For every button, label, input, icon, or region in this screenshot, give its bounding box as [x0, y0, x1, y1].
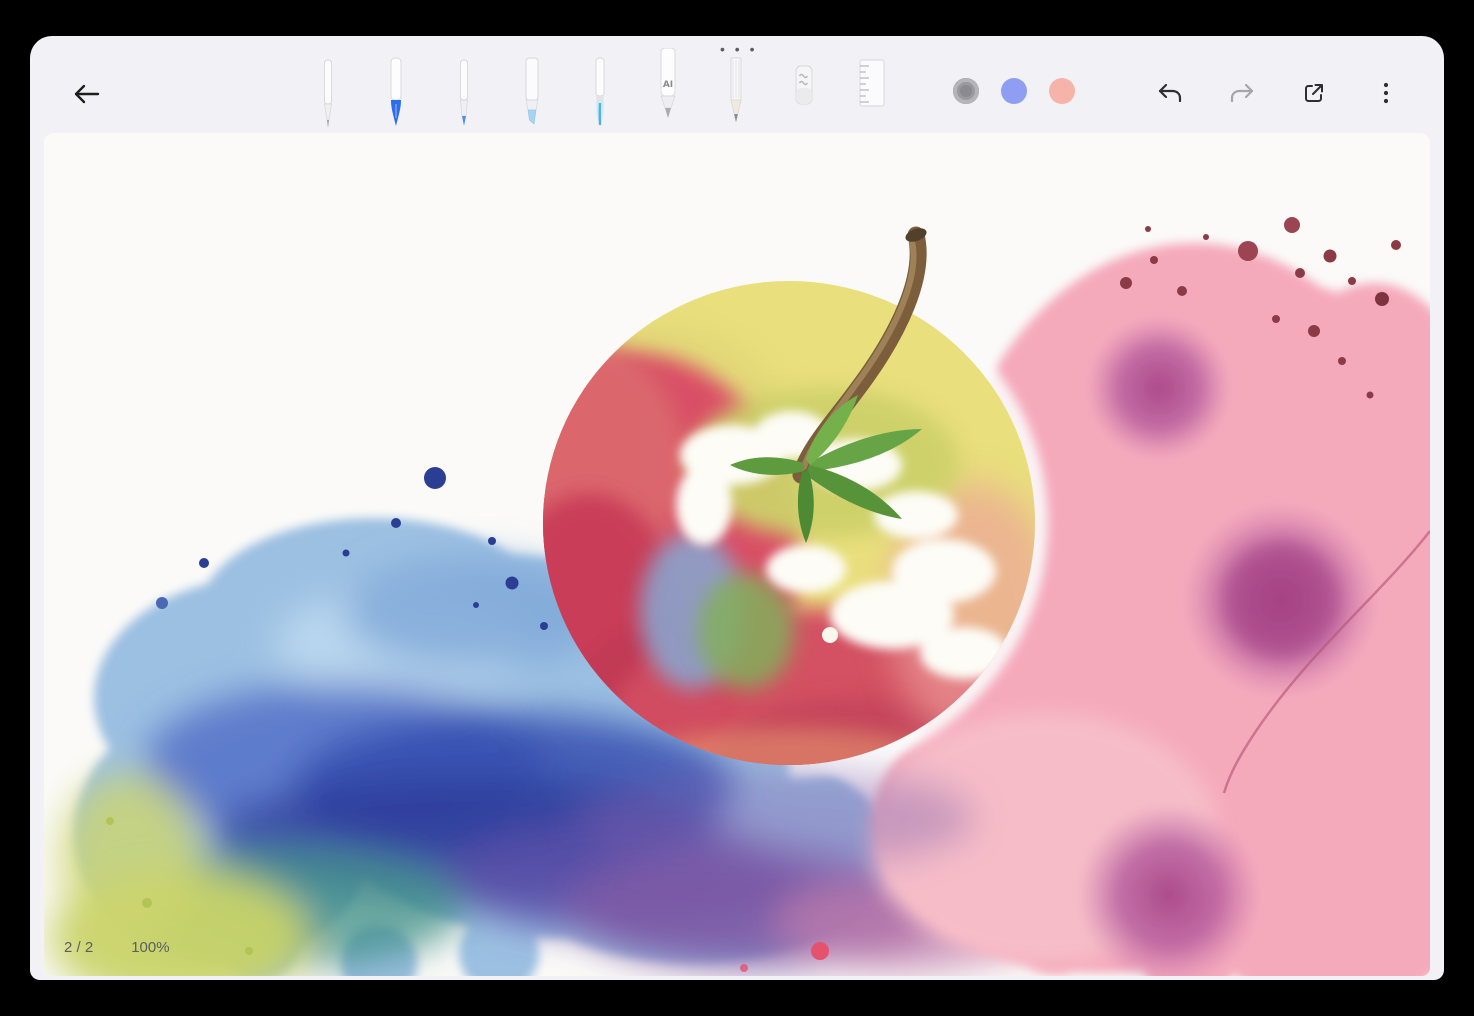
eraser-icon [789, 58, 819, 138]
tool-calligraphy-pen[interactable] [449, 56, 479, 136]
ai-pen-label: AI [663, 80, 673, 90]
redo-icon [1229, 81, 1255, 105]
color-swatch-salmon[interactable] [1049, 78, 1075, 104]
tool-fountain-pen-selected[interactable] [381, 56, 411, 136]
tool-ballpoint-pen[interactable] [313, 56, 343, 136]
pencil-icon [721, 54, 751, 134]
undo-button[interactable] [1148, 71, 1192, 115]
toolbar: • • • [30, 36, 1444, 133]
tool-eraser[interactable] [789, 58, 819, 138]
more-options-button[interactable] [1364, 71, 1408, 115]
page-indicator: 2 / 2 [64, 939, 93, 956]
brush-icon [585, 54, 615, 134]
toolbar-actions [1148, 71, 1408, 115]
drawing-app-window: • • • [30, 36, 1444, 980]
color-swatch-periwinkle[interactable] [1001, 78, 1027, 104]
share-export-button[interactable] [1292, 71, 1336, 115]
ai-pen-icon: AI [653, 48, 683, 128]
canvas-statusbar: 2 / 2 100% [64, 939, 170, 956]
tool-pencil[interactable] [721, 54, 751, 134]
color-swatches [953, 78, 1075, 104]
ballpoint-pen-icon [313, 56, 343, 136]
tool-highlighter[interactable] [517, 54, 547, 134]
tool-ai-pen[interactable]: AI [653, 48, 683, 128]
zoom-level: 100% [131, 939, 169, 956]
back-button[interactable] [64, 72, 108, 116]
tool-ruler[interactable] [857, 54, 887, 134]
fountain-pen-icon [381, 56, 411, 136]
undo-icon [1157, 81, 1183, 105]
share-export-icon [1302, 81, 1326, 105]
color-swatch-gray[interactable] [953, 78, 979, 104]
highlighter-icon [517, 54, 547, 134]
more-vertical-icon [1382, 81, 1390, 105]
arrow-left-icon [72, 83, 100, 105]
redo-button[interactable] [1220, 71, 1264, 115]
watercolor-artwork [44, 133, 1430, 976]
tool-brush[interactable] [585, 54, 615, 134]
calligraphy-pen-icon [449, 56, 479, 136]
pen-toolbar: AI [313, 42, 887, 138]
device-frame: • • • [0, 0, 1474, 1016]
drawing-canvas[interactable]: 2 / 2 100% [44, 133, 1430, 976]
ruler-icon [857, 54, 887, 134]
